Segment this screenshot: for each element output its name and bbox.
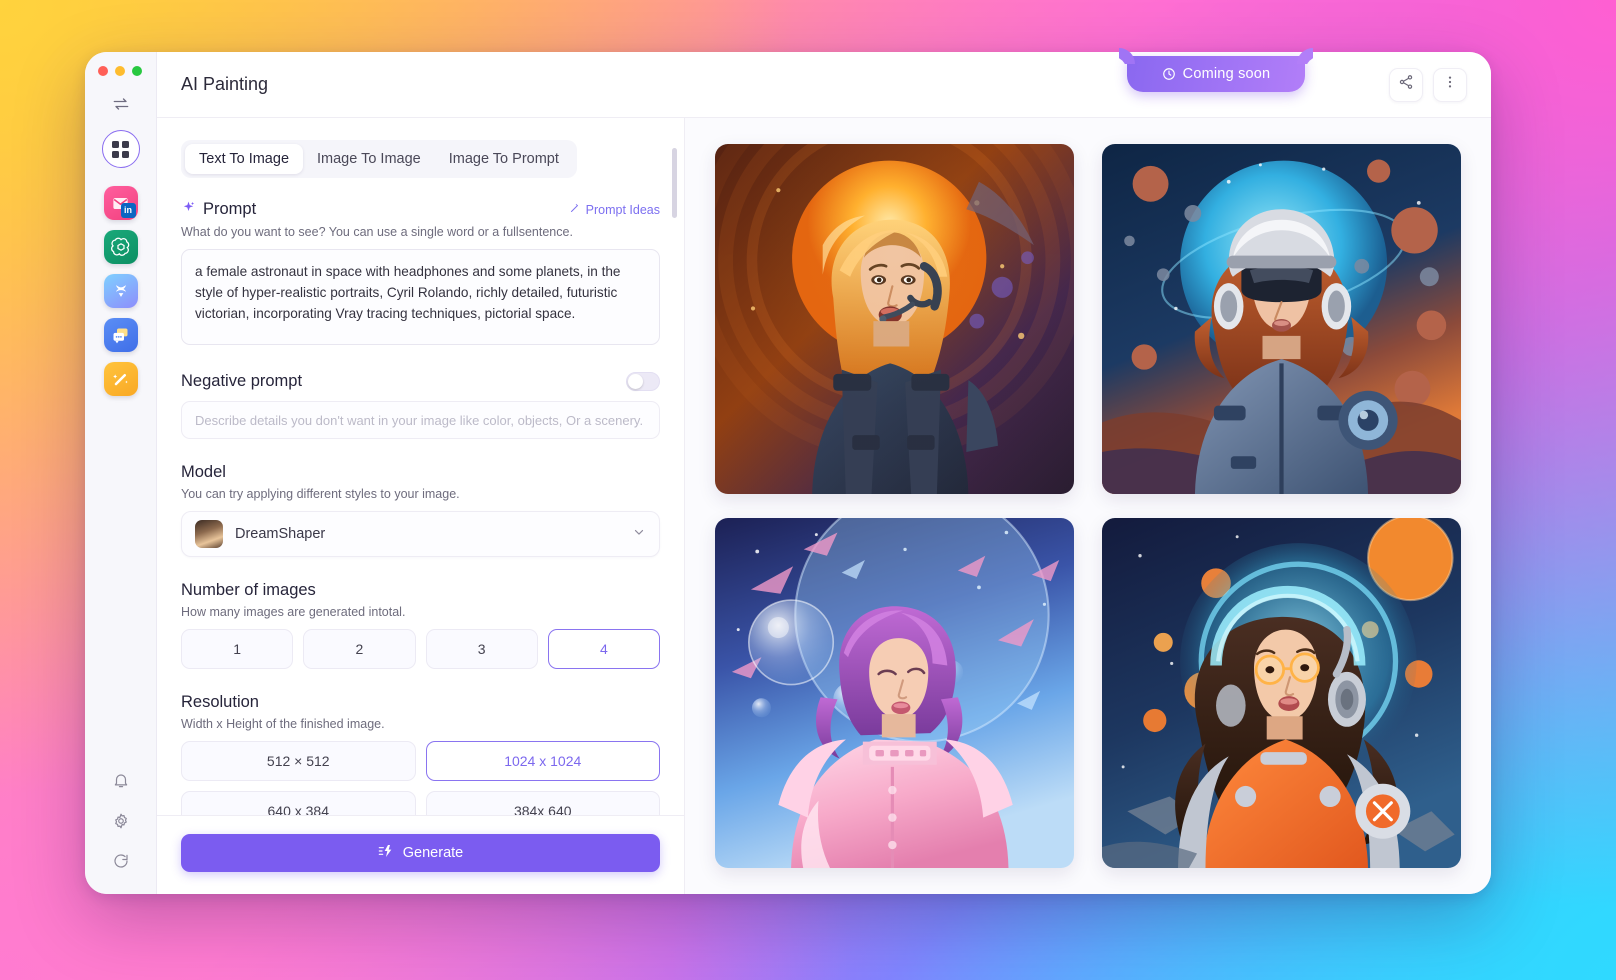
bell-icon[interactable] bbox=[112, 772, 130, 790]
resolution-option-512x512[interactable]: 512 × 512 bbox=[181, 741, 416, 781]
resolution-option-1024x1024[interactable]: 1024 x 1024 bbox=[425, 741, 660, 781]
result-image-1[interactable] bbox=[715, 144, 1074, 494]
model-subtitle: You can try applying different styles to… bbox=[181, 487, 460, 501]
negative-prompt-header: Negative prompt bbox=[181, 372, 660, 391]
swap-arrows-icon[interactable] bbox=[111, 94, 131, 114]
topbar-actions bbox=[1389, 67, 1467, 102]
panel-footer: Generate bbox=[157, 815, 684, 894]
sidebar-item-magic-wand[interactable] bbox=[103, 362, 138, 396]
more-options-button[interactable] bbox=[1433, 67, 1467, 102]
app-window: in AI Painting Text To Image Image To Im… bbox=[85, 52, 1491, 894]
traffic-lights bbox=[98, 66, 142, 76]
model-selected-value: DreamShaper bbox=[235, 526, 326, 542]
negative-prompt-input[interactable] bbox=[181, 401, 660, 439]
sidebar-item-dashboard[interactable] bbox=[101, 130, 140, 168]
mode-tabs: Text To Image Image To Image Image To Pr… bbox=[181, 140, 577, 178]
chevron-down-icon bbox=[632, 525, 646, 544]
number-of-images-options: 1 2 3 4 bbox=[181, 629, 660, 669]
resolution-block: Resolution Width x Height of the finishe… bbox=[181, 693, 660, 815]
panel-scrollbar-thumb[interactable] bbox=[672, 148, 677, 218]
prompt-ideas-label: Prompt Ideas bbox=[585, 202, 660, 217]
content-body: Text To Image Image To Image Image To Pr… bbox=[157, 118, 1491, 894]
sidebar-item-chat[interactable] bbox=[103, 318, 138, 352]
sparkle-icon bbox=[181, 200, 196, 219]
model-title: Model bbox=[181, 463, 226, 481]
main-area: AI Painting Text To Image Image To Image… bbox=[157, 52, 1491, 894]
negative-prompt-toggle[interactable] bbox=[626, 372, 660, 391]
model-thumbnail bbox=[195, 520, 223, 548]
number-of-images-subtitle: How many images are generated intotal. bbox=[181, 605, 406, 619]
results-grid bbox=[685, 118, 1491, 894]
close-window-button[interactable] bbox=[98, 66, 108, 76]
grid-icon bbox=[112, 140, 129, 158]
prompt-subtitle: What do you want to see? You can use a s… bbox=[181, 225, 573, 239]
generate-button[interactable]: Generate bbox=[181, 834, 660, 872]
image-count-option-4[interactable]: 4 bbox=[547, 629, 660, 669]
share-icon bbox=[1398, 74, 1414, 95]
result-image-4[interactable] bbox=[1102, 518, 1461, 868]
page-title: AI Painting bbox=[181, 74, 269, 94]
more-vertical-icon bbox=[1442, 74, 1458, 95]
linkedin-badge: in bbox=[120, 203, 136, 218]
share-button[interactable] bbox=[1389, 67, 1423, 102]
rail-bottom-actions bbox=[112, 772, 130, 894]
coming-soon-badge: Coming soon bbox=[1127, 56, 1305, 92]
tab-text-to-image[interactable]: Text To Image bbox=[185, 144, 304, 174]
sidebar-item-linkedin-mail[interactable]: in bbox=[103, 186, 138, 220]
result-image-3[interactable] bbox=[715, 518, 1074, 868]
refresh-icon[interactable] bbox=[112, 852, 130, 870]
magic-wand-small-icon bbox=[569, 202, 581, 217]
model-select[interactable]: DreamShaper bbox=[181, 511, 660, 557]
generate-label: Generate bbox=[402, 845, 464, 861]
image-count-option-1[interactable]: 1 bbox=[181, 629, 294, 669]
sidebar-item-openai[interactable] bbox=[103, 230, 138, 264]
number-of-images-block: Number of images How many images are gen… bbox=[181, 581, 660, 669]
prompt-title-group: Prompt bbox=[181, 200, 256, 219]
lightning-lines-icon bbox=[378, 843, 394, 863]
resolution-title: Resolution bbox=[181, 693, 259, 711]
prompt-input[interactable] bbox=[181, 249, 660, 345]
resolution-option-640x384[interactable]: 640 x 384 bbox=[181, 791, 416, 815]
prompt-ideas-button[interactable]: Prompt Ideas bbox=[569, 202, 660, 217]
negative-prompt-label: Negative prompt bbox=[181, 372, 303, 390]
coming-soon-label: Coming soon bbox=[1182, 66, 1271, 82]
tab-image-to-prompt[interactable]: Image To Prompt bbox=[435, 144, 573, 174]
sidebar-item-x-app[interactable] bbox=[103, 274, 138, 308]
model-block: Model You can try applying different sty… bbox=[181, 463, 660, 557]
tab-image-to-image[interactable]: Image To Image bbox=[303, 144, 435, 174]
settings-scroll-area: Text To Image Image To Image Image To Pr… bbox=[157, 118, 684, 815]
resolution-option-384x640[interactable]: 384x 640 bbox=[425, 791, 660, 815]
resolution-options: 512 × 512 1024 x 1024 640 x 384 384x 640 bbox=[181, 741, 660, 815]
toggle-knob bbox=[628, 374, 643, 389]
gear-icon[interactable] bbox=[112, 812, 130, 830]
number-of-images-title: Number of images bbox=[181, 581, 316, 599]
image-count-option-3[interactable]: 3 bbox=[425, 629, 538, 669]
clock-icon bbox=[1162, 67, 1176, 81]
image-count-option-2[interactable]: 2 bbox=[303, 629, 416, 669]
settings-panel: Text To Image Image To Image Image To Pr… bbox=[157, 118, 685, 894]
result-image-2[interactable] bbox=[1102, 144, 1461, 494]
resolution-subtitle: Width x Height of the finished image. bbox=[181, 717, 385, 731]
prompt-header: Prompt Prompt Ideas bbox=[181, 200, 660, 219]
left-rail: in bbox=[85, 52, 157, 894]
minimize-window-button[interactable] bbox=[115, 66, 125, 76]
maximize-window-button[interactable] bbox=[132, 66, 142, 76]
prompt-label: Prompt bbox=[203, 200, 257, 218]
